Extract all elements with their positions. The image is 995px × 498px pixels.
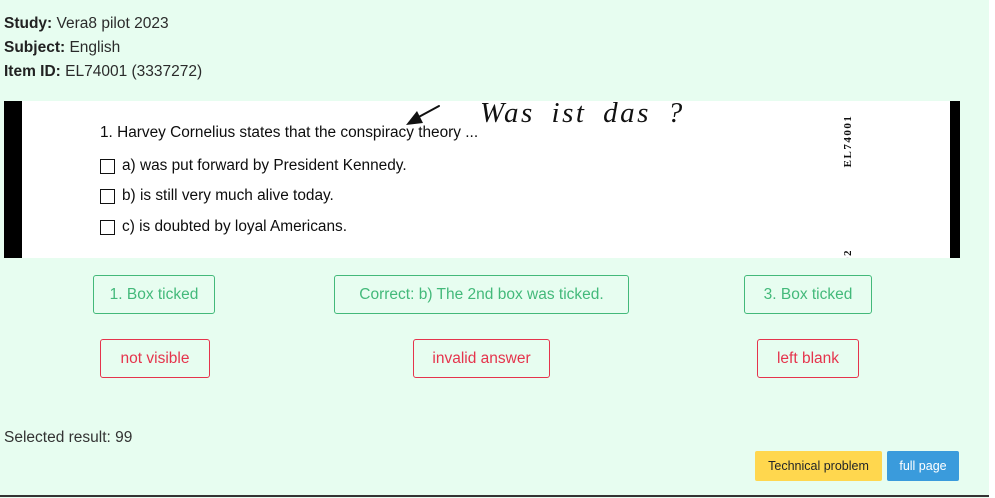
item-info: Study: Vera8 pilot 2023 Subject: English… [4, 12, 202, 84]
not-visible-button[interactable]: not visible [100, 339, 210, 378]
option-b-label: b) is still very much alive today. [122, 187, 334, 204]
scanned-response-image: Was ist das ? 1. Harvey Cornelius states… [4, 101, 960, 258]
study-line: Study: Vera8 pilot 2023 [4, 12, 202, 36]
bottom-divider [0, 495, 989, 497]
box-1-ticked-button[interactable]: 1. Box ticked [93, 275, 215, 314]
subject-label: Subject: [4, 39, 66, 56]
subject-line: Subject: English [4, 36, 202, 60]
option-c: c) is doubted by loyal Americans. [100, 218, 347, 236]
item-id-label: Item ID: [4, 63, 61, 80]
study-value: Vera8 pilot 2023 [56, 15, 169, 32]
right-edge [989, 0, 995, 498]
subject-value: English [69, 39, 121, 56]
sheet-side-code: EL74001 [842, 114, 854, 168]
full-page-button[interactable]: full page [887, 451, 959, 481]
left-blank-button[interactable]: left blank [757, 339, 859, 378]
option-b: b) is still very much alive today. [100, 187, 334, 205]
scan-right-border [950, 101, 960, 258]
option-a: a) was put forward by President Kennedy. [100, 157, 407, 175]
left-blank-label: left blank [776, 349, 840, 367]
selected-result: Selected result: 99 [4, 429, 132, 447]
invalid-answer-button[interactable]: invalid answer [413, 339, 550, 378]
item-id-value: EL74001 (3337272) [65, 63, 203, 80]
technical-problem-label: Technical problem [768, 459, 869, 473]
correct-answer-button[interactable]: Correct: b) The 2nd box was ticked. [334, 275, 629, 314]
box-3-ticked-button[interactable]: 3. Box ticked [744, 275, 872, 314]
option-c-label: c) is doubted by loyal Americans. [122, 218, 347, 235]
checkbox-a [100, 158, 115, 174]
checkbox-c [100, 219, 115, 235]
invalid-answer-label: invalid answer [432, 349, 531, 367]
scan-left-border [4, 101, 22, 258]
question-text: 1. Harvey Cornelius states that the cons… [100, 124, 479, 141]
study-label: Study: [4, 15, 53, 32]
correct-answer-label: Correct: b) The 2nd box was ticked. [359, 285, 604, 303]
technical-problem-button[interactable]: Technical problem [755, 451, 882, 481]
selected-result-label: Selected result: [4, 429, 111, 446]
sheet-page-number: 02 [842, 249, 854, 258]
item-id-line: Item ID: EL74001 (3337272) [4, 60, 202, 84]
box-1-ticked-label: 1. Box ticked [109, 285, 199, 303]
option-a-label: a) was put forward by President Kennedy. [122, 157, 407, 174]
coding-page: Study: Vera8 pilot 2023 Subject: English… [0, 0, 995, 498]
checkbox-b [100, 188, 115, 204]
full-page-label: full page [899, 459, 947, 473]
box-3-ticked-label: 3. Box ticked [763, 285, 853, 303]
selected-result-value: 99 [115, 429, 133, 446]
handwritten-annotation: Was ist das ? [480, 101, 685, 129]
not-visible-label: not visible [120, 349, 190, 367]
